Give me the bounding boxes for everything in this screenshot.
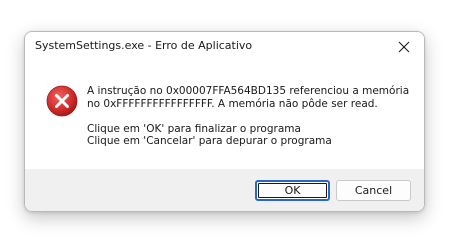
message-line-2: no 0xFFFFFFFFFFFFFFFF. A memória não pôd… bbox=[87, 97, 378, 110]
message-line-4: Clique em 'Cancelar' para depurar o prog… bbox=[87, 135, 332, 147]
title-bar[interactable]: SystemSettings.exe - Erro de Aplicativo bbox=[25, 32, 424, 62]
close-icon bbox=[398, 41, 410, 53]
ok-button-label: OK bbox=[284, 184, 301, 197]
close-button[interactable] bbox=[384, 32, 424, 62]
error-dialog: SystemSettings.exe - Erro de Aplicativo … bbox=[24, 31, 425, 212]
message-area: A instrução no 0x00007FFA564BD135 refere… bbox=[25, 62, 424, 169]
message-line-1: A instrução no 0x00007FFA564BD135 refere… bbox=[87, 85, 410, 97]
message-line-3: Clique em 'OK' para finalizar o programa bbox=[87, 122, 301, 135]
button-bar: OK Cancel bbox=[25, 169, 424, 211]
cancel-button-label: Cancel bbox=[354, 184, 393, 197]
cancel-button[interactable]: Cancel bbox=[336, 180, 411, 201]
error-icon bbox=[46, 85, 78, 117]
error-message: A instrução no 0x00007FFA564BD135 refere… bbox=[87, 85, 409, 148]
ok-button[interactable]: OK bbox=[255, 180, 330, 201]
window-title: SystemSettings.exe - Erro de Aplicativo bbox=[35, 39, 253, 52]
message-gap bbox=[87, 110, 409, 123]
